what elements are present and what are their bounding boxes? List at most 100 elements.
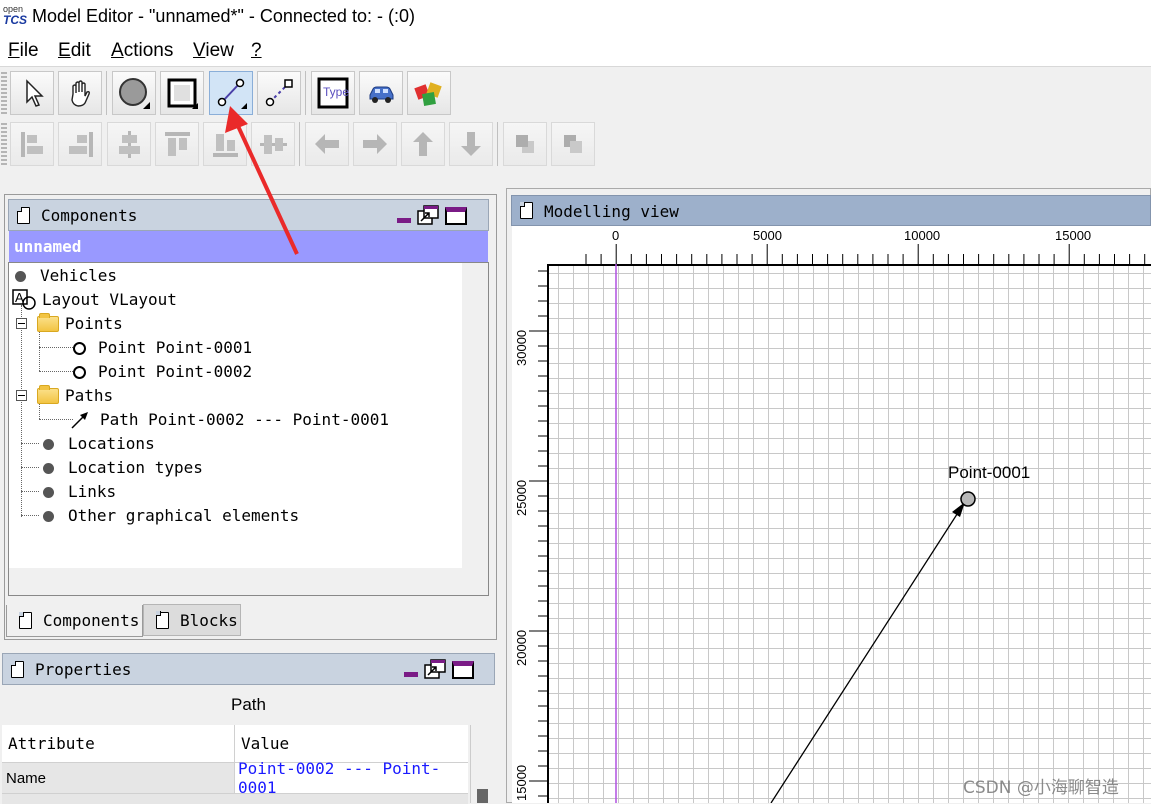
page-icon [16, 206, 30, 224]
arrow-right-icon [363, 134, 387, 154]
path-line[interactable] [770, 507, 962, 803]
align-center-h-icon [119, 131, 140, 158]
menu-bar: File Edit Actions View ? [0, 34, 1151, 67]
canvas-overlay [615, 264, 976, 803]
point-circle-icon [73, 365, 86, 379]
properties-object-type: Path [2, 685, 495, 725]
bring-to-front-button[interactable] [503, 122, 547, 166]
tree-item-points[interactable]: Points [37, 312, 123, 336]
arrow-down-icon [461, 132, 481, 156]
maximize-icon[interactable] [445, 207, 467, 225]
minimize-icon[interactable] [397, 218, 411, 223]
toolbar-grip[interactable] [1, 123, 7, 167]
align-left-icon [21, 132, 43, 157]
create-location-button[interactable] [160, 71, 204, 115]
point-circle-icon [73, 341, 86, 355]
svg-text:Type: Type [323, 85, 349, 99]
layout-icon: A [12, 289, 36, 310]
modelling-view-header: Modelling view [511, 195, 1151, 226]
menu-file[interactable]: File [8, 40, 39, 62]
page-icon [519, 201, 533, 219]
tree-item-locations[interactable]: Locations [43, 432, 155, 456]
property-name-value[interactable]: Point-0002 --- Point-0001 [235, 759, 468, 797]
tree-item-other[interactable]: Other graphical elements [43, 504, 299, 528]
drag-tool-button[interactable] [58, 71, 102, 115]
y-tick-label: 15000 [514, 764, 529, 801]
column-header-attribute[interactable]: Attribute [2, 725, 235, 763]
move-down-button[interactable] [449, 122, 493, 166]
toolbar-grip[interactable] [1, 72, 7, 116]
minimize-icon[interactable] [404, 672, 418, 677]
bring-front-icon [516, 135, 534, 153]
point-0001-label[interactable]: Point-0001 [948, 463, 1030, 483]
tree-item-layout[interactable]: A Layout VLayout [12, 288, 177, 312]
x-tick-label: 10000 [904, 228, 941, 243]
component-tree[interactable]: Vehicles A Layout VLayout Points Point P… [9, 263, 462, 568]
y-tick-label: 30000 [514, 329, 529, 366]
send-back-icon [564, 135, 582, 153]
tree-item-point-0002[interactable]: Point Point-0002 [73, 360, 252, 384]
folder-icon [37, 313, 59, 332]
align-center-horizontal-button[interactable] [107, 122, 151, 166]
watermark: CSDN @小海聊智造 [963, 778, 1119, 798]
components-panel-title: Components [41, 206, 138, 225]
tree-item-links[interactable]: Links [43, 480, 116, 504]
tree-item-point-0001[interactable]: Point Point-0001 [73, 336, 252, 360]
menu-help[interactable]: ? [251, 40, 262, 62]
node-bullet-icon [43, 510, 54, 522]
collapse-points-icon[interactable] [16, 318, 27, 329]
align-top-button[interactable] [155, 122, 199, 166]
page-icon [18, 611, 32, 629]
y-tick-label: 20000 [514, 629, 529, 666]
property-row-partial [2, 793, 468, 804]
properties-panel-header: Properties [2, 653, 495, 685]
page-icon [10, 660, 24, 678]
type-icon: Type [317, 77, 349, 109]
property-name-label: Name [2, 763, 235, 793]
float-window-icon[interactable] [424, 659, 446, 679]
horizontal-ruler: 0 5000 10000 15000 [512, 226, 1151, 264]
align-top-icon [165, 132, 190, 156]
toolbar-separator [106, 71, 107, 115]
properties-panel-title: Properties [35, 660, 132, 679]
column-header-value[interactable]: Value [235, 725, 468, 763]
tree-item-vehicles[interactable]: Vehicles [15, 264, 117, 288]
point-0001-marker[interactable] [960, 491, 976, 507]
collapse-paths-icon[interactable] [16, 390, 27, 401]
hand-icon [71, 80, 90, 107]
float-window-icon[interactable] [417, 205, 439, 225]
maximize-icon[interactable] [452, 661, 474, 679]
node-bullet-icon [43, 438, 54, 450]
drawing-canvas[interactable]: Point-0001 [547, 264, 1151, 803]
block-cubes-icon [414, 82, 442, 106]
menu-edit[interactable]: Edit [58, 40, 91, 62]
menu-actions[interactable]: Actions [111, 40, 173, 62]
send-to-back-button[interactable] [551, 122, 595, 166]
create-block-button[interactable] [407, 71, 451, 115]
arrow-cursor-icon [26, 79, 44, 107]
align-right-button[interactable] [58, 122, 102, 166]
move-up-button[interactable] [401, 122, 445, 166]
tab-components[interactable]: Components [6, 605, 143, 637]
create-vehicle-button[interactable] [359, 71, 403, 115]
tree-item-paths[interactable]: Paths [37, 384, 113, 408]
x-tick-label: 5000 [753, 228, 782, 243]
select-tool-button[interactable] [10, 71, 54, 115]
arrow-up-icon [413, 132, 433, 156]
x-tick-label: 15000 [1055, 228, 1092, 243]
path-arrow-icon [71, 412, 88, 429]
move-right-button[interactable] [353, 122, 397, 166]
node-bullet-icon [15, 270, 26, 282]
annotation-arrow [225, 106, 299, 255]
panel-controls [404, 659, 474, 679]
align-left-button[interactable] [10, 122, 54, 166]
menu-view[interactable]: View [193, 40, 234, 62]
create-point-button[interactable] [112, 71, 156, 115]
properties-scrollbar[interactable] [470, 725, 495, 803]
tree-item-location-types[interactable]: Location types [43, 456, 203, 480]
location-square-icon [167, 78, 198, 109]
tree-item-path[interactable]: Path Point-0002 --- Point-0001 [69, 408, 389, 432]
opentcs-logo-icon: open TCS [3, 4, 27, 27]
tab-blocks[interactable]: Blocks [143, 604, 241, 636]
vehicle-car-icon [369, 86, 394, 103]
